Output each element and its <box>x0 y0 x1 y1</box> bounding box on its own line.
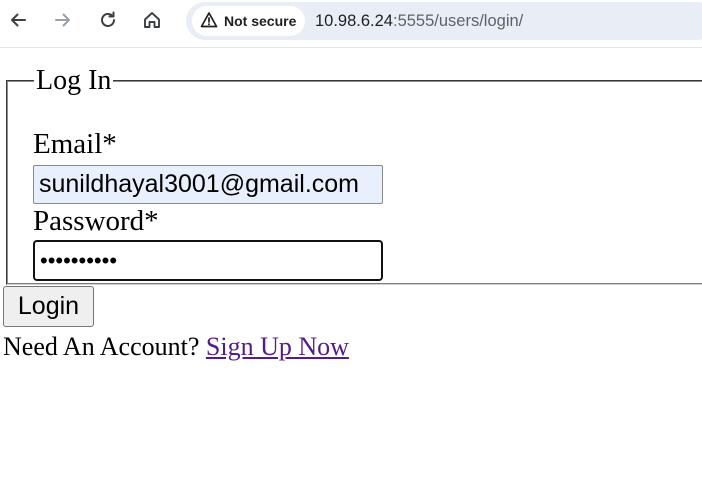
signup-prompt: Need An Account? <box>3 332 200 361</box>
reload-icon[interactable] <box>95 7 121 33</box>
form-legend: Log In <box>36 65 112 96</box>
url-path: :5555/users/login/ <box>393 12 524 30</box>
password-input[interactable]: •••••••••• <box>33 240 383 281</box>
security-label: Not secure <box>224 13 297 29</box>
signup-link[interactable]: Sign Up Now <box>206 332 349 361</box>
forward-arrow-icon[interactable] <box>50 7 76 33</box>
back-arrow-icon[interactable] <box>5 7 31 33</box>
signup-line: Need An Account? Sign Up Now <box>3 332 349 362</box>
address-bar[interactable]: Not secure 10.98.6.24:5555/users/login/ <box>186 2 702 40</box>
login-button[interactable]: Login <box>3 286 94 327</box>
home-icon[interactable] <box>139 7 165 33</box>
password-label: Password* <box>33 205 159 237</box>
browser-toolbar: Not secure 10.98.6.24:5555/users/login/ <box>0 0 702 48</box>
page-content: Log In Email* sunildhayal3001@gmail.com … <box>0 49 702 492</box>
security-chip[interactable]: Not secure <box>192 6 306 36</box>
login-fieldset: Log In Email* sunildhayal3001@gmail.com … <box>6 66 702 285</box>
warning-triangle-icon <box>200 11 218 32</box>
email-input[interactable]: sunildhayal3001@gmail.com <box>33 165 383 204</box>
url-host: 10.98.6.24 <box>315 12 393 30</box>
email-label: Email* <box>33 128 117 160</box>
url-text[interactable]: 10.98.6.24:5555/users/login/ <box>315 12 523 31</box>
